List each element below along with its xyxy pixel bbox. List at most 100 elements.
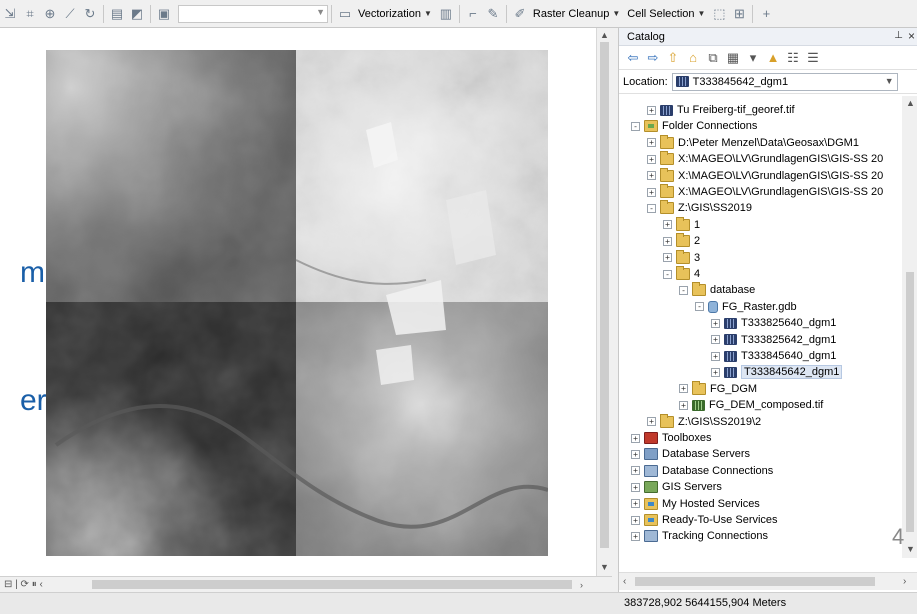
add-cells-icon[interactable]: ⊞ bbox=[731, 6, 747, 22]
expand-icon[interactable]: + bbox=[679, 400, 688, 410]
connect-folder-icon[interactable]: ⧉ bbox=[705, 50, 721, 66]
raster-snapping-icon[interactable]: ▥ bbox=[438, 6, 454, 22]
catalog-tree-item[interactable]: + My Hosted Services bbox=[631, 496, 760, 512]
scroll-left-icon[interactable]: ‹ bbox=[623, 576, 626, 587]
raster-cleanup-dropdown-icon[interactable]: ▼ bbox=[612, 9, 620, 18]
location-combo[interactable]: T333845642_dgm1 ▼ bbox=[671, 72, 898, 91]
scroll-down-icon[interactable]: ▼ bbox=[600, 562, 609, 572]
vectorization-menu[interactable]: Vectorization bbox=[355, 8, 424, 20]
scroll-up-icon[interactable]: ▲ bbox=[600, 30, 609, 40]
expand-icon[interactable]: + bbox=[711, 351, 720, 361]
expand-icon[interactable]: + bbox=[631, 515, 640, 525]
catalog-tree-item[interactable]: +3 bbox=[663, 249, 700, 266]
vectorization-dropdown-icon[interactable]: ▼ bbox=[424, 9, 432, 18]
catalog-tree-item[interactable]: +2 bbox=[663, 233, 700, 249]
catalog-tree-item[interactable]: + FG_DEM_composed.tif bbox=[679, 397, 823, 413]
expand-icon[interactable]: + bbox=[631, 482, 640, 492]
catalog-vertical-scrollbar[interactable]: ▲ ▼ bbox=[902, 96, 917, 558]
expand-icon[interactable]: + bbox=[711, 318, 720, 328]
expand-icon[interactable]: + bbox=[711, 367, 720, 377]
scroll-thumb[interactable] bbox=[906, 272, 914, 532]
attributes-icon[interactable]: ▤ bbox=[109, 6, 125, 22]
catalog-tree-item[interactable]: + Z:\GIS\SS2019\2 bbox=[647, 413, 761, 430]
expand-icon[interactable]: + bbox=[663, 253, 672, 263]
catalog-tree-item[interactable]: + Database Connections bbox=[631, 463, 773, 479]
sketch-tool-icon[interactable]: ⟋ bbox=[62, 6, 78, 22]
scroll-up-icon[interactable]: ▲ bbox=[906, 98, 915, 108]
split-tool-icon[interactable]: ⊕ bbox=[42, 6, 58, 22]
pin-icon[interactable]: ⊥ bbox=[894, 30, 903, 41]
catalog-tree-item[interactable]: + Ready-To-Use Services bbox=[631, 512, 778, 528]
catalog-tree-item[interactable]: + GIS Servers bbox=[631, 479, 722, 495]
collapse-icon[interactable]: - bbox=[631, 121, 640, 131]
catalog-tree-item[interactable]: + T333825640_dgm1 bbox=[711, 315, 836, 331]
expand-icon[interactable]: + bbox=[647, 417, 656, 427]
dem-raster-display[interactable] bbox=[46, 50, 548, 556]
scroll-thumb[interactable] bbox=[600, 42, 609, 548]
view-options-icon[interactable]: ▦ bbox=[725, 50, 741, 66]
catalog-tree-item[interactable]: + X:\MAGEO\LV\GrundlagenGIS\GIS-SS 20 bbox=[647, 151, 883, 167]
vertex-tool-icon[interactable]: ⌗ bbox=[22, 6, 38, 22]
expand-icon[interactable]: + bbox=[679, 384, 688, 394]
catalog-tree-item[interactable]: + FG_DGM bbox=[679, 380, 757, 397]
expand-icon[interactable]: + bbox=[663, 236, 672, 246]
add-toolbar-icon[interactable]: + bbox=[758, 6, 774, 22]
cell-selection-dropdown-icon[interactable]: ▼ bbox=[698, 9, 706, 18]
tree-view-icon[interactable]: ☷ bbox=[785, 50, 801, 66]
layer-combo[interactable]: ▼ bbox=[178, 4, 328, 23]
close-icon[interactable]: × bbox=[908, 29, 915, 43]
expand-icon[interactable]: + bbox=[647, 154, 656, 164]
details-view-icon[interactable]: ☰ bbox=[805, 50, 821, 66]
catalog-tree-item[interactable]: - FG_Raster.gdb bbox=[695, 299, 797, 315]
create-features-icon[interactable]: ▣ bbox=[156, 6, 172, 22]
vectorization-settings-icon[interactable]: ▭ bbox=[337, 6, 353, 22]
cell-selection-menu[interactable]: Cell Selection bbox=[624, 8, 697, 20]
catalog-tree-item[interactable]: + Tracking Connections bbox=[631, 528, 768, 544]
vectorization-trace-icon[interactable]: ⌐ bbox=[465, 6, 481, 22]
catalog-horizontal-scrollbar[interactable]: ‹ › bbox=[619, 572, 917, 590]
forward-arrow-icon[interactable]: ⇨ bbox=[645, 50, 661, 66]
scroll-right-icon[interactable]: › bbox=[903, 576, 906, 587]
expand-icon[interactable]: + bbox=[663, 220, 672, 230]
catalog-tree-item[interactable]: + Tu Freiberg-tif_georef.tif bbox=[647, 102, 795, 118]
catalog-tree-item[interactable]: + X:\MAGEO\LV\GrundlagenGIS\GIS-SS 20 bbox=[647, 184, 883, 200]
collapse-icon[interactable]: - bbox=[695, 302, 704, 312]
map-horizontal-scroll-thumb[interactable] bbox=[92, 580, 572, 589]
catalog-tree-item[interactable]: + Toolboxes bbox=[631, 430, 712, 446]
back-arrow-icon[interactable]: ⇦ bbox=[625, 50, 641, 66]
collapse-icon[interactable]: - bbox=[679, 285, 688, 295]
expand-icon[interactable]: + bbox=[631, 466, 640, 476]
catalog-tree-item[interactable]: + X:\MAGEO\LV\GrundlagenGIS\GIS-SS 20 bbox=[647, 167, 883, 184]
catalog-tree-item[interactable]: + D:\Peter Menzel\Data\Geosax\DGM1 bbox=[647, 134, 859, 151]
view-dropdown-icon[interactable]: ▾ bbox=[745, 50, 761, 66]
catalog-tree-item[interactable]: +1 bbox=[663, 216, 700, 233]
scroll-right-icon[interactable]: › bbox=[580, 580, 583, 590]
expand-icon[interactable]: + bbox=[631, 433, 640, 443]
catalog-tree-item[interactable]: + Database Servers bbox=[631, 446, 750, 462]
select-cells-icon[interactable]: ⬚ bbox=[711, 6, 727, 22]
scroll-thumb[interactable] bbox=[635, 577, 875, 586]
expand-icon[interactable]: + bbox=[711, 335, 720, 345]
catalog-tree-item[interactable]: -4 bbox=[663, 266, 700, 282]
edit-tool-icon[interactable]: ⇲ bbox=[2, 6, 18, 22]
catalog-tree-item[interactable]: - Z:\GIS\SS2019 bbox=[647, 200, 752, 216]
raster-cleanup-icon[interactable]: ✐ bbox=[512, 6, 528, 22]
rotate-tool-icon[interactable]: ↻ bbox=[82, 6, 98, 22]
chevron-down-icon[interactable]: ▼ bbox=[885, 76, 894, 86]
home-folder-icon[interactable]: ⌂ bbox=[685, 50, 701, 66]
catalog-tree-item[interactable]: - database bbox=[679, 282, 755, 298]
expand-icon[interactable]: + bbox=[647, 105, 656, 115]
expand-icon[interactable]: + bbox=[647, 187, 656, 197]
catalog-tree-item[interactable]: + T333845642_dgm1 bbox=[711, 364, 843, 380]
map-view[interactable]: m er bbox=[0, 28, 596, 576]
scroll-down-icon[interactable]: ▼ bbox=[906, 544, 915, 554]
view-controls[interactable]: ⊟ | ⟳ ⏸ ‹ bbox=[0, 579, 88, 590]
expand-icon[interactable]: + bbox=[631, 499, 640, 509]
expand-icon[interactable]: + bbox=[647, 138, 656, 148]
collapse-icon[interactable]: - bbox=[663, 269, 672, 279]
catalog-tree-item[interactable]: - Folder Connections bbox=[631, 118, 757, 134]
catalog-tree-item[interactable]: + T333825642_dgm1 bbox=[711, 332, 836, 348]
expand-icon[interactable]: + bbox=[631, 531, 640, 541]
up-folder-icon[interactable]: ⇧ bbox=[665, 50, 681, 66]
new-folder-icon[interactable]: ▲ bbox=[765, 50, 781, 66]
